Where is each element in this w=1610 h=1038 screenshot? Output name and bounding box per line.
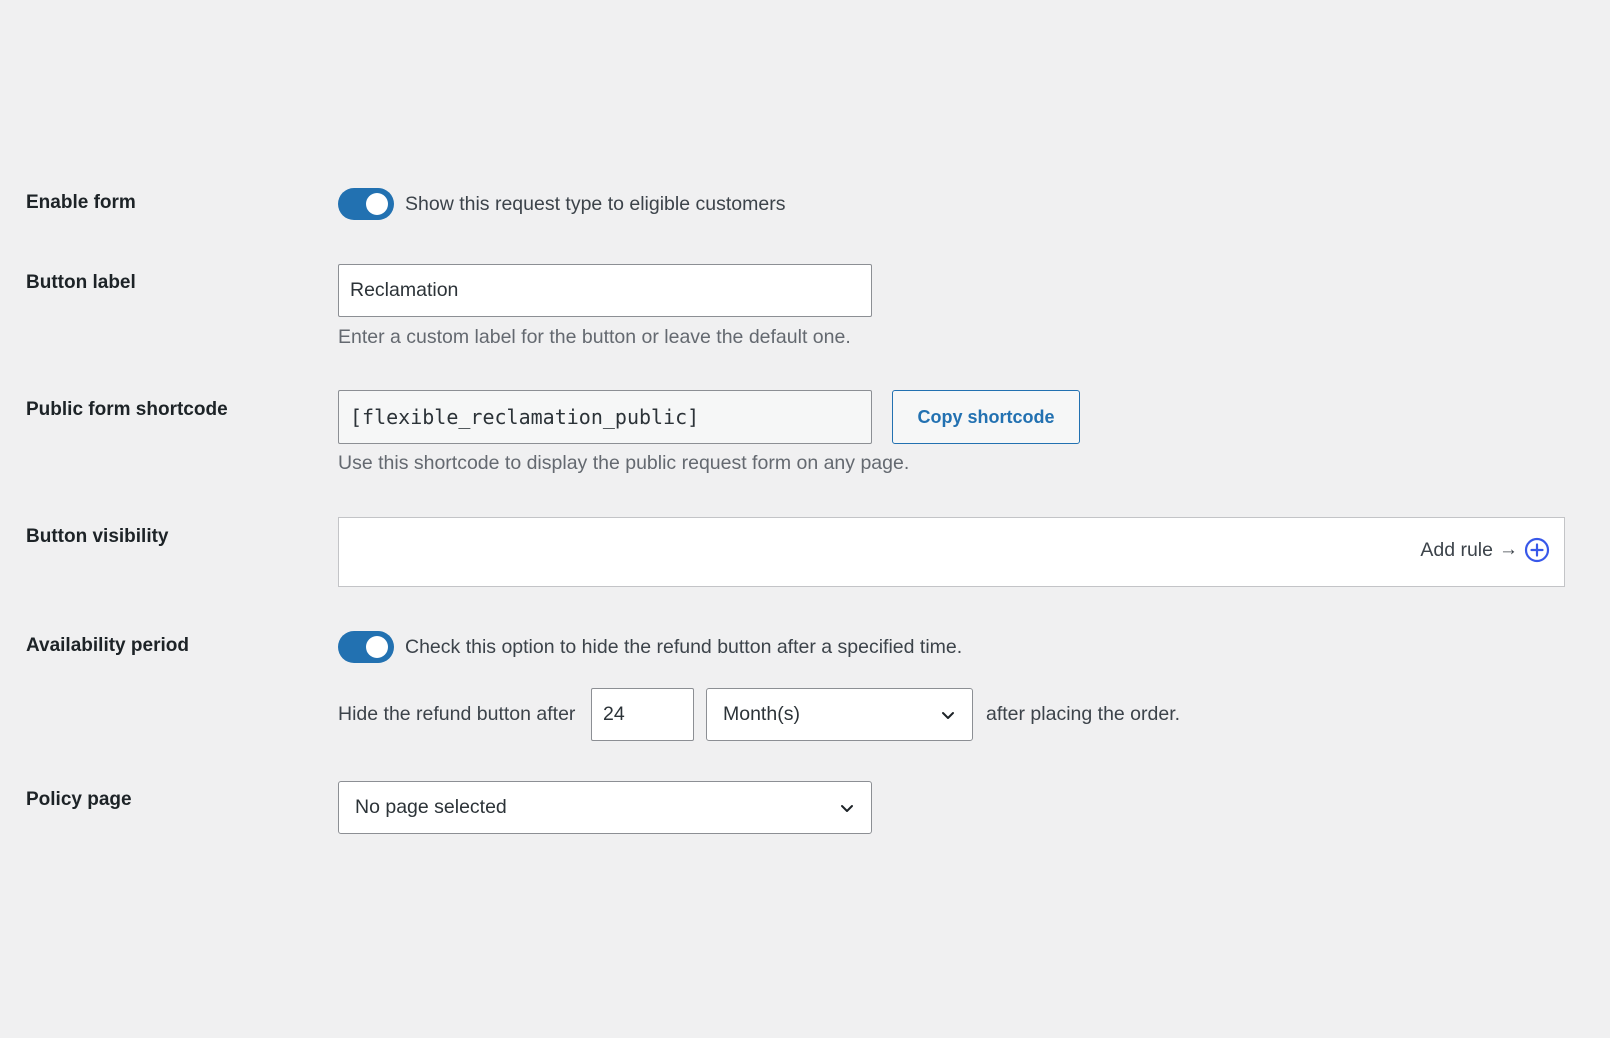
period-unit-select[interactable]: Month(s) (706, 688, 973, 741)
button-visibility-label: Button visibility (26, 526, 169, 547)
availability-period-description: Check this option to hide the refund but… (405, 636, 963, 658)
availability-period-toggle[interactable] (338, 631, 394, 663)
toggle-knob (366, 193, 388, 215)
button-label-input[interactable]: Reclamation (338, 264, 872, 317)
visibility-rules-box: Add rule → (338, 517, 1565, 587)
plus-circle-icon (1524, 537, 1550, 563)
toggle-knob (366, 636, 388, 658)
copy-shortcode-button[interactable]: Copy shortcode (892, 390, 1080, 444)
enable-form-label: Enable form (26, 192, 136, 213)
availability-period-label: Availability period (26, 635, 189, 656)
shortcode-help: Use this shortcode to display the public… (338, 452, 910, 474)
hide-after-suffix: after placing the order. (986, 703, 1181, 725)
add-rule-button[interactable]: Add rule → (1420, 537, 1550, 563)
chevron-down-icon (942, 711, 954, 719)
policy-page-select[interactable]: No page selected (338, 781, 872, 834)
chevron-down-icon (841, 804, 853, 812)
button-label-label: Button label (26, 272, 136, 293)
add-rule-label: Add rule (1420, 538, 1493, 561)
period-unit-value: Month(s) (723, 703, 800, 725)
period-amount-input[interactable]: 24 (591, 688, 694, 741)
button-label-help: Enter a custom label for the button or l… (338, 326, 851, 348)
public-shortcode-label: Public form shortcode (26, 399, 228, 420)
policy-page-label: Policy page (26, 789, 132, 810)
enable-form-toggle[interactable] (338, 188, 394, 220)
policy-page-value: No page selected (355, 796, 507, 818)
hide-after-prefix: Hide the refund button after (338, 703, 576, 725)
arrow-right-icon: → (1499, 539, 1518, 560)
settings-page: Enable form Show this request type to el… (0, 0, 1610, 1038)
shortcode-field[interactable]: [flexible_reclamation_public] (338, 390, 872, 444)
enable-form-description: Show this request type to eligible custo… (405, 193, 786, 215)
